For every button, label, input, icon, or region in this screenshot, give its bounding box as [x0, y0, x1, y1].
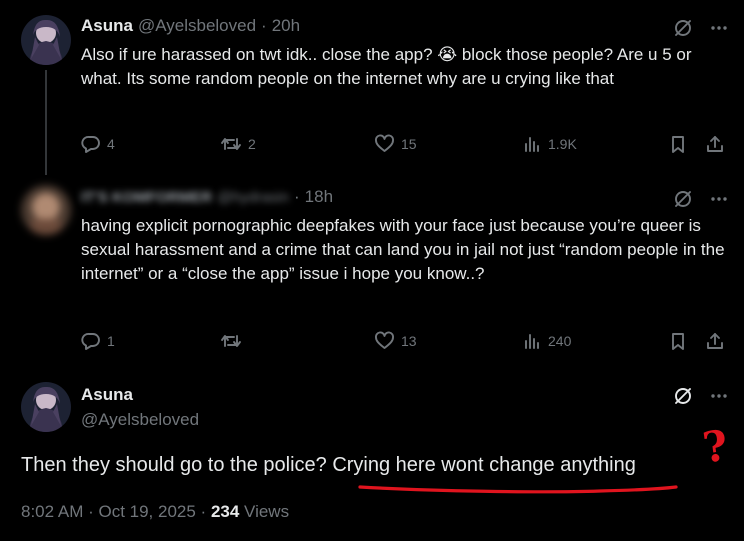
- more-icon[interactable]: [708, 17, 730, 39]
- view-count: 234: [210, 502, 240, 521]
- display-name[interactable]: IT'S KOMFORMER: [81, 189, 212, 206]
- views-icon: [525, 137, 539, 152]
- reply-button[interactable]: 1: [81, 331, 115, 351]
- more-icon[interactable]: [708, 188, 730, 210]
- avatar[interactable]: [21, 15, 71, 65]
- reply-count: 4: [107, 136, 115, 152]
- display-name[interactable]: Asuna: [81, 16, 133, 36]
- like-icon: [375, 134, 394, 152]
- view-count: 1.9K: [548, 136, 577, 152]
- like-count: 13: [401, 333, 417, 349]
- reply-icon: [81, 136, 100, 153]
- handle[interactable]: @Ayelsbeloved: [138, 16, 256, 36]
- views-button[interactable]: 240: [522, 331, 571, 351]
- tweet-text: Also if ure harassed on twt idk.. close …: [81, 45, 692, 88]
- bookmark-button[interactable]: [668, 134, 688, 154]
- bookmark-icon: [672, 333, 684, 350]
- grok-icon[interactable]: [672, 188, 694, 210]
- like-button[interactable]: 13: [374, 331, 417, 351]
- share-button[interactable]: [705, 134, 725, 154]
- tweet-text-underlined: Crying here wont change anything: [332, 454, 636, 476]
- bookmark-icon: [672, 136, 684, 153]
- repost-button[interactable]: [220, 331, 248, 351]
- tweet-top-actions: [672, 17, 730, 39]
- timestamp[interactable]: 18h: [305, 187, 333, 207]
- like-count: 15: [401, 136, 417, 152]
- share-icon: [707, 333, 723, 349]
- thread-line: [45, 70, 47, 175]
- like-button[interactable]: 15: [374, 134, 417, 154]
- tweet-header: IT'S KOMFORMER @hydrasin · 18h: [81, 187, 333, 207]
- repost-count: 2: [248, 136, 256, 152]
- grok-icon[interactable]: [672, 17, 694, 39]
- timestamp[interactable]: 20h: [272, 16, 300, 36]
- display-name[interactable]: Asuna: [81, 385, 133, 405]
- main-tweet-text: Then they should go to the police? Cryin…: [21, 451, 636, 479]
- tweet-top-actions: [672, 385, 730, 407]
- share-button[interactable]: [705, 331, 725, 351]
- tweet-text-plain: Then they should go to the police?: [21, 454, 333, 476]
- avatar[interactable]: [21, 185, 71, 235]
- handle[interactable]: @Ayelsbeloved: [81, 410, 199, 430]
- views-label: Views: [239, 502, 290, 521]
- tweet-text: having explicit pornographic deepfakes w…: [81, 216, 725, 283]
- view-count: 240: [548, 333, 572, 349]
- views-icon: [525, 334, 539, 349]
- grok-icon[interactable]: [672, 385, 694, 407]
- separator-dot: ·: [294, 187, 300, 206]
- reply-count: 1: [107, 333, 115, 349]
- tweet-2[interactable]: IT'S KOMFORMER @hydrasin · 18h having ex…: [0, 175, 744, 365]
- repost-icon: [221, 138, 241, 150]
- reply-button[interactable]: 4: [81, 134, 115, 154]
- post-timestamp[interactable]: 8:02 AM · Oct 19, 2025 ·: [21, 502, 211, 521]
- views-button[interactable]: 1.9K: [522, 134, 577, 154]
- tweet-actions: 4 2 15 1.9K: [81, 134, 731, 158]
- repost-icon: [221, 335, 241, 347]
- more-icon[interactable]: [708, 385, 730, 407]
- tweet-meta: 8:02 AM · Oct 19, 2025 · 234 Views: [21, 502, 289, 522]
- tweet-actions: 1 13 240: [81, 331, 731, 355]
- reply-icon: [81, 333, 100, 350]
- tweet-top-actions: [672, 188, 730, 210]
- tweet-header: Asuna @Ayelsbeloved · 20h: [81, 16, 300, 36]
- handle[interactable]: @hydrasin: [217, 189, 289, 206]
- separator-dot: ·: [261, 16, 267, 35]
- share-icon: [707, 136, 723, 152]
- repost-button[interactable]: 2: [220, 134, 256, 154]
- like-icon: [375, 331, 394, 349]
- tweet-1[interactable]: Asuna @Ayelsbeloved · 20h Also if ure ha…: [0, 0, 744, 175]
- bookmark-button[interactable]: [668, 331, 688, 351]
- avatar[interactable]: [21, 382, 71, 432]
